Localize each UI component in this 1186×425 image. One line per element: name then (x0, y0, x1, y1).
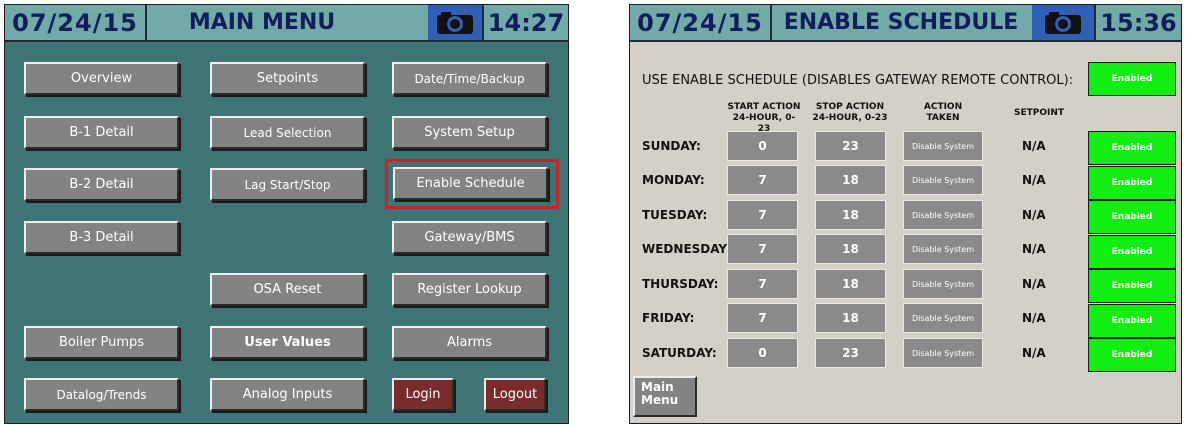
main-menu-screen: 07/24/15 MAIN MENU 14:27 Overview Setpoi… (4, 4, 569, 424)
boiler-pumps-button[interactable]: Boiler Pumps (24, 326, 179, 359)
main-menu-label-line2: Menu (641, 393, 679, 407)
lag-start-stop-button[interactable]: Lag Start/Stop (210, 168, 365, 201)
b3-detail-button[interactable]: B-3 Detail (24, 221, 179, 254)
page-title: ENABLE SCHEDULE (783, 10, 1019, 35)
enable-schedule-highlight (385, 159, 559, 209)
login-button[interactable]: Login (392, 378, 454, 411)
logout-button[interactable]: Logout (484, 378, 546, 411)
day-enable-toggle[interactable]: Enabled (1088, 166, 1176, 200)
camera-icon[interactable] (1032, 5, 1094, 40)
analog-inputs-button[interactable]: Analog Inputs (210, 378, 365, 411)
start-action-header-line1: START ACTION (727, 102, 801, 112)
system-setup-button[interactable]: System Setup (392, 116, 547, 149)
stop-action-header-line1: STOP ACTION (815, 102, 885, 112)
lead-selection-button[interactable]: Lead Selection (210, 116, 365, 149)
action-select[interactable]: Disable System (903, 269, 983, 299)
setpoint-value: N/A (1022, 208, 1046, 222)
enable-schedule-toggle[interactable]: Enabled (1088, 62, 1176, 96)
start-hour-input[interactable]: 7 (727, 303, 798, 333)
start-hour-input[interactable]: 0 (727, 338, 798, 368)
stop-hour-input[interactable]: 18 (815, 303, 886, 333)
overview-button[interactable]: Overview (24, 62, 179, 95)
action-select[interactable]: Disable System (903, 165, 983, 195)
enable-schedule-header: 07/24/15 ENABLE SCHEDULE 15:36 (630, 5, 1181, 42)
day-label: THURSDAY: (642, 277, 719, 291)
day-label: FRIDAY: (642, 311, 695, 325)
stop-hour-input[interactable]: 18 (815, 200, 886, 230)
stop-hour-input[interactable]: 18 (815, 269, 886, 299)
setpoint-value: N/A (1022, 346, 1046, 360)
b2-detail-button[interactable]: B-2 Detail (24, 168, 179, 201)
action-select[interactable]: Disable System (903, 303, 983, 333)
day-label: MONDAY: (642, 173, 705, 187)
action-select[interactable]: Disable System (903, 200, 983, 230)
b1-detail-button[interactable]: B-1 Detail (24, 116, 179, 149)
day-enable-toggle[interactable]: Enabled (1088, 235, 1176, 269)
setpoint-value: N/A (1022, 277, 1046, 291)
camera-icon[interactable] (428, 5, 482, 40)
main-menu-header: 07/24/15 MAIN MENU 14:27 (5, 5, 568, 42)
day-enable-toggle[interactable]: Enabled (1088, 338, 1176, 372)
day-enable-toggle[interactable]: Enabled (1088, 131, 1176, 165)
action-taken-header-line1: ACTION (923, 102, 963, 112)
setpoint-value: N/A (1022, 139, 1046, 153)
stop-hour-input[interactable]: 18 (815, 165, 886, 195)
date-time-backup-button[interactable]: Date/Time/Backup (392, 62, 547, 95)
osa-reset-button[interactable]: OSA Reset (210, 273, 365, 306)
start-hour-input[interactable]: 7 (727, 269, 798, 299)
day-enable-toggle[interactable]: Enabled (1088, 200, 1176, 234)
setpoint-value: N/A (1022, 173, 1046, 187)
setpoint-value: N/A (1022, 311, 1046, 325)
stop-action-header: STOP ACTION 24-HOUR, 0-23 (811, 102, 889, 124)
setpoint-header: SETPOINT (1013, 108, 1065, 118)
main-menu-button[interactable]: Main Menu (633, 376, 697, 417)
start-hour-input[interactable]: 7 (727, 200, 798, 230)
setpoints-button[interactable]: Setpoints (210, 62, 365, 95)
stop-hour-input[interactable]: 23 (815, 338, 886, 368)
start-hour-input[interactable]: 7 (727, 234, 798, 264)
action-taken-header-line2: TAKEN (926, 113, 960, 123)
action-select[interactable]: Disable System (903, 338, 983, 368)
day-label: SATURDAY: (642, 346, 717, 360)
user-values-button[interactable]: User Values (210, 326, 365, 359)
stop-action-header-line2: 24-HOUR, 0-23 (812, 113, 888, 123)
header-time: 14:27 (482, 5, 568, 40)
day-enable-toggle[interactable]: Enabled (1088, 269, 1176, 303)
action-select[interactable]: Disable System (903, 234, 983, 264)
header-date: 07/24/15 (5, 5, 147, 40)
action-select[interactable]: Disable System (903, 131, 983, 161)
header-date: 07/24/15 (630, 5, 772, 40)
start-hour-input[interactable]: 7 (727, 165, 798, 195)
action-taken-header: ACTION TAKEN (903, 102, 983, 124)
day-label: WEDNESDAY: (642, 242, 731, 256)
alarms-button[interactable]: Alarms (392, 326, 547, 359)
enable-schedule-label: USE ENABLE SCHEDULE (DISABLES GATEWAY RE… (642, 73, 1074, 88)
stop-hour-input[interactable]: 23 (815, 131, 886, 161)
datalog-trends-button[interactable]: Datalog/Trends (24, 378, 179, 411)
setpoint-value: N/A (1022, 242, 1046, 256)
start-hour-input[interactable]: 0 (727, 131, 798, 161)
enable-schedule-screen: 07/24/15 ENABLE SCHEDULE 15:36 USE ENABL… (629, 4, 1182, 424)
gateway-bms-button[interactable]: Gateway/BMS (392, 221, 547, 254)
page-title: MAIN MENU (188, 10, 336, 35)
day-label: TUESDAY: (642, 208, 708, 222)
day-enable-toggle[interactable]: Enabled (1088, 304, 1176, 338)
day-label: SUNDAY: (642, 139, 701, 153)
header-time: 15:36 (1094, 5, 1181, 40)
register-lookup-button[interactable]: Register Lookup (392, 273, 547, 306)
stop-hour-input[interactable]: 18 (815, 234, 886, 264)
